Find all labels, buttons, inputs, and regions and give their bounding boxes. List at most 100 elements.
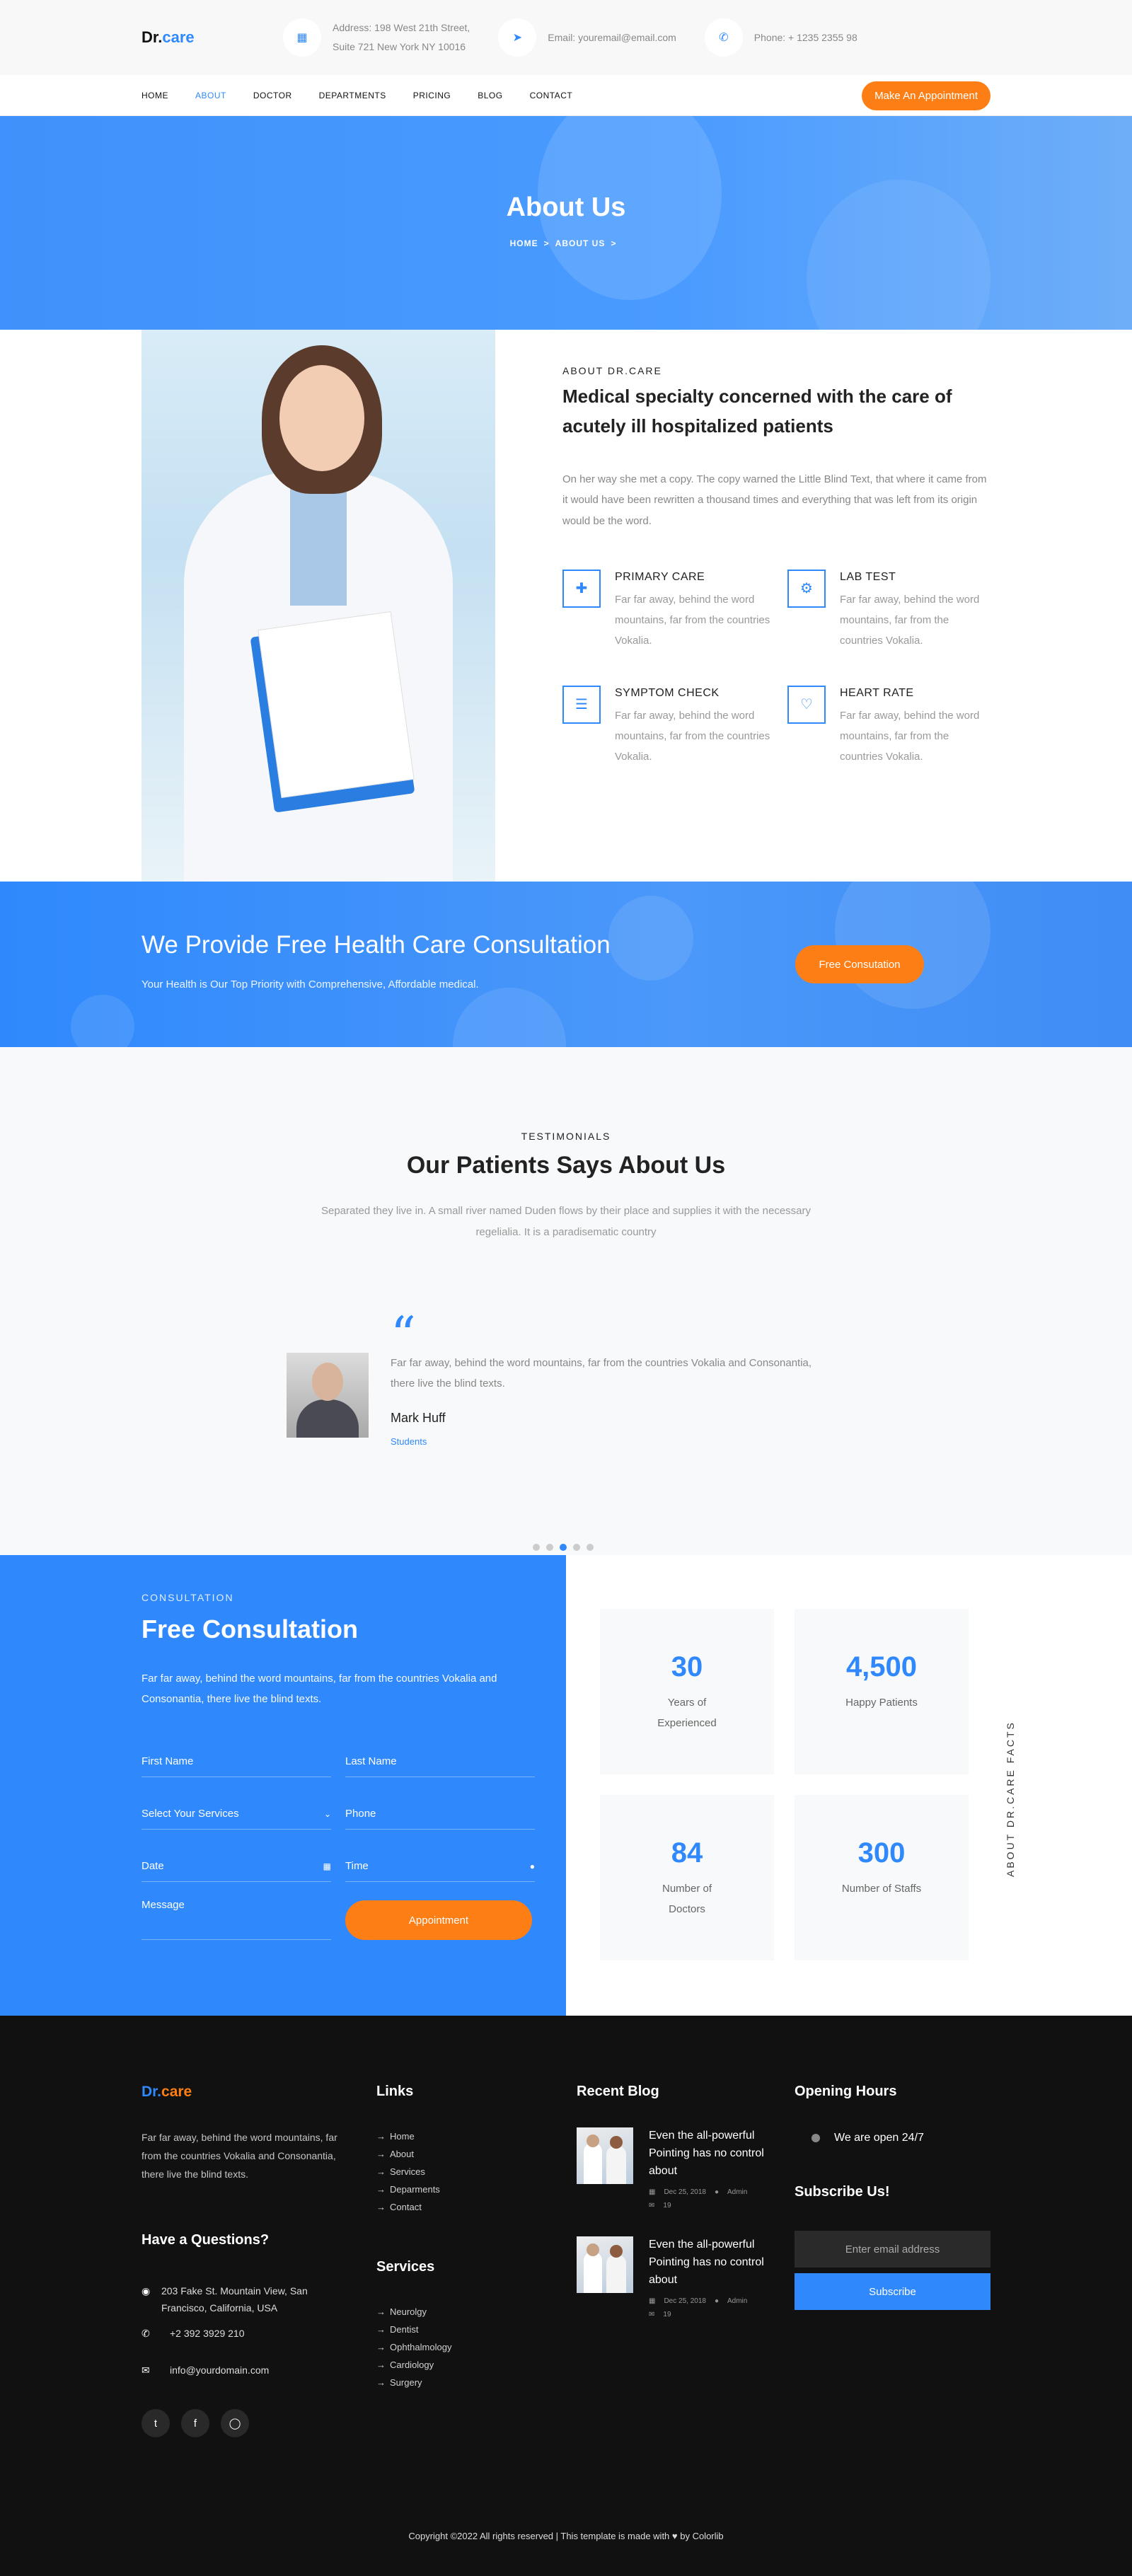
address-line1: Address: 198 West 21th Street,: [333, 22, 470, 34]
nav-home[interactable]: HOME: [142, 91, 168, 100]
email-text[interactable]: Email: youremail@email.com: [548, 28, 676, 47]
nav-about[interactable]: ABOUT: [195, 91, 226, 100]
services-select[interactable]: Select Your Services ⌄: [142, 1798, 331, 1830]
phone-field[interactable]: Phone: [345, 1798, 535, 1830]
nav-departments[interactable]: DEPARTMENTS: [319, 91, 386, 100]
phone-info: ✆ Phone: + 1235 2355 98: [704, 18, 857, 57]
doctor-photo: [142, 330, 495, 882]
testimonials-subheading: TESTIMONIALS: [521, 1131, 611, 1142]
carousel-dot[interactable]: [573, 1544, 580, 1551]
clipboard-icon: ☰: [562, 685, 601, 724]
footer-link[interactable]: → Home: [376, 2127, 440, 2145]
footer-email[interactable]: ✉ info@yourdomain.com: [142, 2362, 269, 2379]
make-appointment-button[interactable]: Make An Appointment: [862, 81, 990, 110]
chat-icon: ✉: [649, 2311, 655, 2319]
consultation-form-panel: CONSULTATION Free Consultation Far far a…: [0, 1555, 566, 2016]
blog-title[interactable]: Even the all-powerful Pointing has no co…: [649, 2127, 789, 2180]
service-title: HEART RATE: [840, 686, 914, 699]
testimonials-title: Our Patients Says About Us: [406, 1152, 726, 1179]
footer-link[interactable]: → Services: [376, 2163, 440, 2181]
fact-number: 4,500: [845, 1651, 918, 1682]
instagram-icon[interactable]: ◯: [221, 2409, 249, 2437]
footer-service-link[interactable]: → Neurolgy: [376, 2303, 451, 2321]
first-name-field[interactable]: First Name: [142, 1746, 331, 1777]
footer-link[interactable]: → Deparments: [376, 2181, 440, 2198]
about-section: ABOUT DR.CARE Medical specialty concerne…: [0, 330, 1132, 882]
twitter-icon[interactable]: t: [142, 2409, 170, 2437]
service-title: SYMPTOM CHECK: [615, 686, 720, 699]
service-lab-test[interactable]: ⚙ LAB TEST Far far away, behind the word…: [787, 569, 993, 652]
blog-item[interactable]: Even the all-powerful Pointing has no co…: [577, 2127, 789, 2212]
services-grid: ✚ PRIMARY CARE Far far away, behind the …: [562, 569, 994, 768]
time-field[interactable]: Time ●: [345, 1851, 535, 1882]
nav-contact[interactable]: CONTACT: [530, 91, 573, 100]
site-logo[interactable]: Dr.care: [142, 28, 283, 47]
arrow-right-icon: →: [376, 2149, 386, 2159]
phone-icon: ✆: [142, 2328, 150, 2339]
nav-pricing[interactable]: PRICING: [413, 91, 451, 100]
footer-service-link[interactable]: → Ophthalmology: [376, 2338, 451, 2356]
phone-text[interactable]: Phone: + 1235 2355 98: [754, 28, 857, 47]
footer-service-link[interactable]: → Dentist: [376, 2321, 451, 2338]
appointment-button[interactable]: Appointment: [345, 1900, 532, 1940]
subscribe-button[interactable]: Subscribe: [795, 2273, 990, 2310]
nav-blog[interactable]: BLOG: [478, 91, 502, 100]
footer-link[interactable]: → About: [376, 2145, 440, 2163]
free-consultation-button[interactable]: Free Consutation: [795, 945, 924, 983]
logo-care: care: [162, 28, 195, 46]
page-title: About Us: [506, 192, 626, 222]
blog-title[interactable]: Even the all-powerful Pointing has no co…: [649, 2236, 789, 2289]
service-symptom-check[interactable]: ☰ SYMPTOM CHECK Far far away, behind the…: [562, 685, 787, 768]
copyright-text: Copyright ©2022 All rights reserved | Th…: [408, 2531, 724, 2541]
site-footer: Dr.care Far far away, behind the word mo…: [0, 2016, 1132, 2576]
carousel-dot[interactable]: [587, 1544, 594, 1551]
avatar: [287, 1353, 369, 1438]
page-hero: About Us HOME > ABOUT US >: [0, 116, 1132, 330]
facebook-icon[interactable]: f: [181, 2409, 209, 2437]
user-icon: ●: [714, 2188, 719, 2197]
footer-logo[interactable]: Dr.care: [142, 2084, 192, 2101]
last-name-field[interactable]: Last Name: [345, 1746, 535, 1777]
questions-title: Have a Questions?: [142, 2232, 270, 2248]
blog-meta: ▦ Dec 25, 2018 ● Admin ✉ 19: [649, 2188, 748, 2210]
carousel-dot-active[interactable]: [560, 1544, 567, 1551]
consultation-text: Far far away, behind the word mountains,…: [142, 1673, 497, 1706]
testimonial-text: Far far away, behind the word mountains,…: [391, 1357, 812, 1390]
envelope-icon: ✉: [142, 2364, 150, 2376]
blog-item[interactable]: Even the all-powerful Pointing has no co…: [577, 2236, 789, 2321]
date-field[interactable]: Date ▦: [142, 1851, 331, 1882]
footer-service-link[interactable]: → Surgery: [376, 2374, 451, 2391]
breadcrumb-home[interactable]: HOME: [510, 238, 538, 248]
calendar-icon: ▦: [649, 2188, 656, 2197]
footer-link[interactable]: → Contact: [376, 2198, 440, 2216]
facts-panel: 30 Years of Experienced 4,500 Happy Pati…: [566, 1555, 1132, 2016]
carousel-dot[interactable]: [546, 1544, 553, 1551]
chevron-down-icon: ⌄: [323, 1808, 331, 1819]
fact-number: 30: [671, 1651, 703, 1682]
message-field[interactable]: Message: [142, 1899, 331, 1940]
syringe-icon: ⚙: [787, 569, 826, 608]
fact-number: 84: [671, 1837, 703, 1869]
testimonials-section: TESTIMONIALS Our Patients Says About Us …: [0, 1047, 1132, 1555]
subscribe-email-input[interactable]: Enter email address: [795, 2231, 990, 2268]
carousel-dot[interactable]: [533, 1544, 540, 1551]
blog-thumbnail: [577, 2236, 633, 2293]
service-heart-rate[interactable]: ♡ HEART RATE Far far away, behind the wo…: [787, 685, 993, 768]
banner-subtitle: Your Health is Our Top Priority with Com…: [142, 978, 479, 990]
footer-service-link[interactable]: → Cardiology: [376, 2356, 451, 2374]
service-primary-care[interactable]: ✚ PRIMARY CARE Far far away, behind the …: [562, 569, 787, 652]
fact-doctors: 84 Number of Doctors: [600, 1795, 774, 1960]
service-text: Far far away, behind the word mountains,…: [840, 593, 980, 647]
subscribe-title: Subscribe Us!: [795, 2184, 890, 2200]
heart-rate-icon: ♡: [787, 685, 826, 724]
arrow-right-icon: →: [376, 2360, 386, 2370]
footer-phone[interactable]: ✆ +2 392 3929 210: [142, 2326, 245, 2343]
nav-doctor[interactable]: DOCTOR: [253, 91, 292, 100]
arrow-right-icon: →: [376, 2377, 386, 2388]
map-icon: ▦: [283, 18, 321, 57]
consultation-banner: We Provide Free Health Care Consultation…: [0, 882, 1132, 1047]
footer-services: → Neurolgy → Dentist → Ophthalmology → Cardi…: [376, 2303, 451, 2391]
arrow-right-icon: →: [376, 2342, 386, 2352]
about-lead: On her way she met a copy. The copy warn…: [562, 473, 987, 527]
first-aid-kit-icon: ✚: [562, 569, 601, 608]
